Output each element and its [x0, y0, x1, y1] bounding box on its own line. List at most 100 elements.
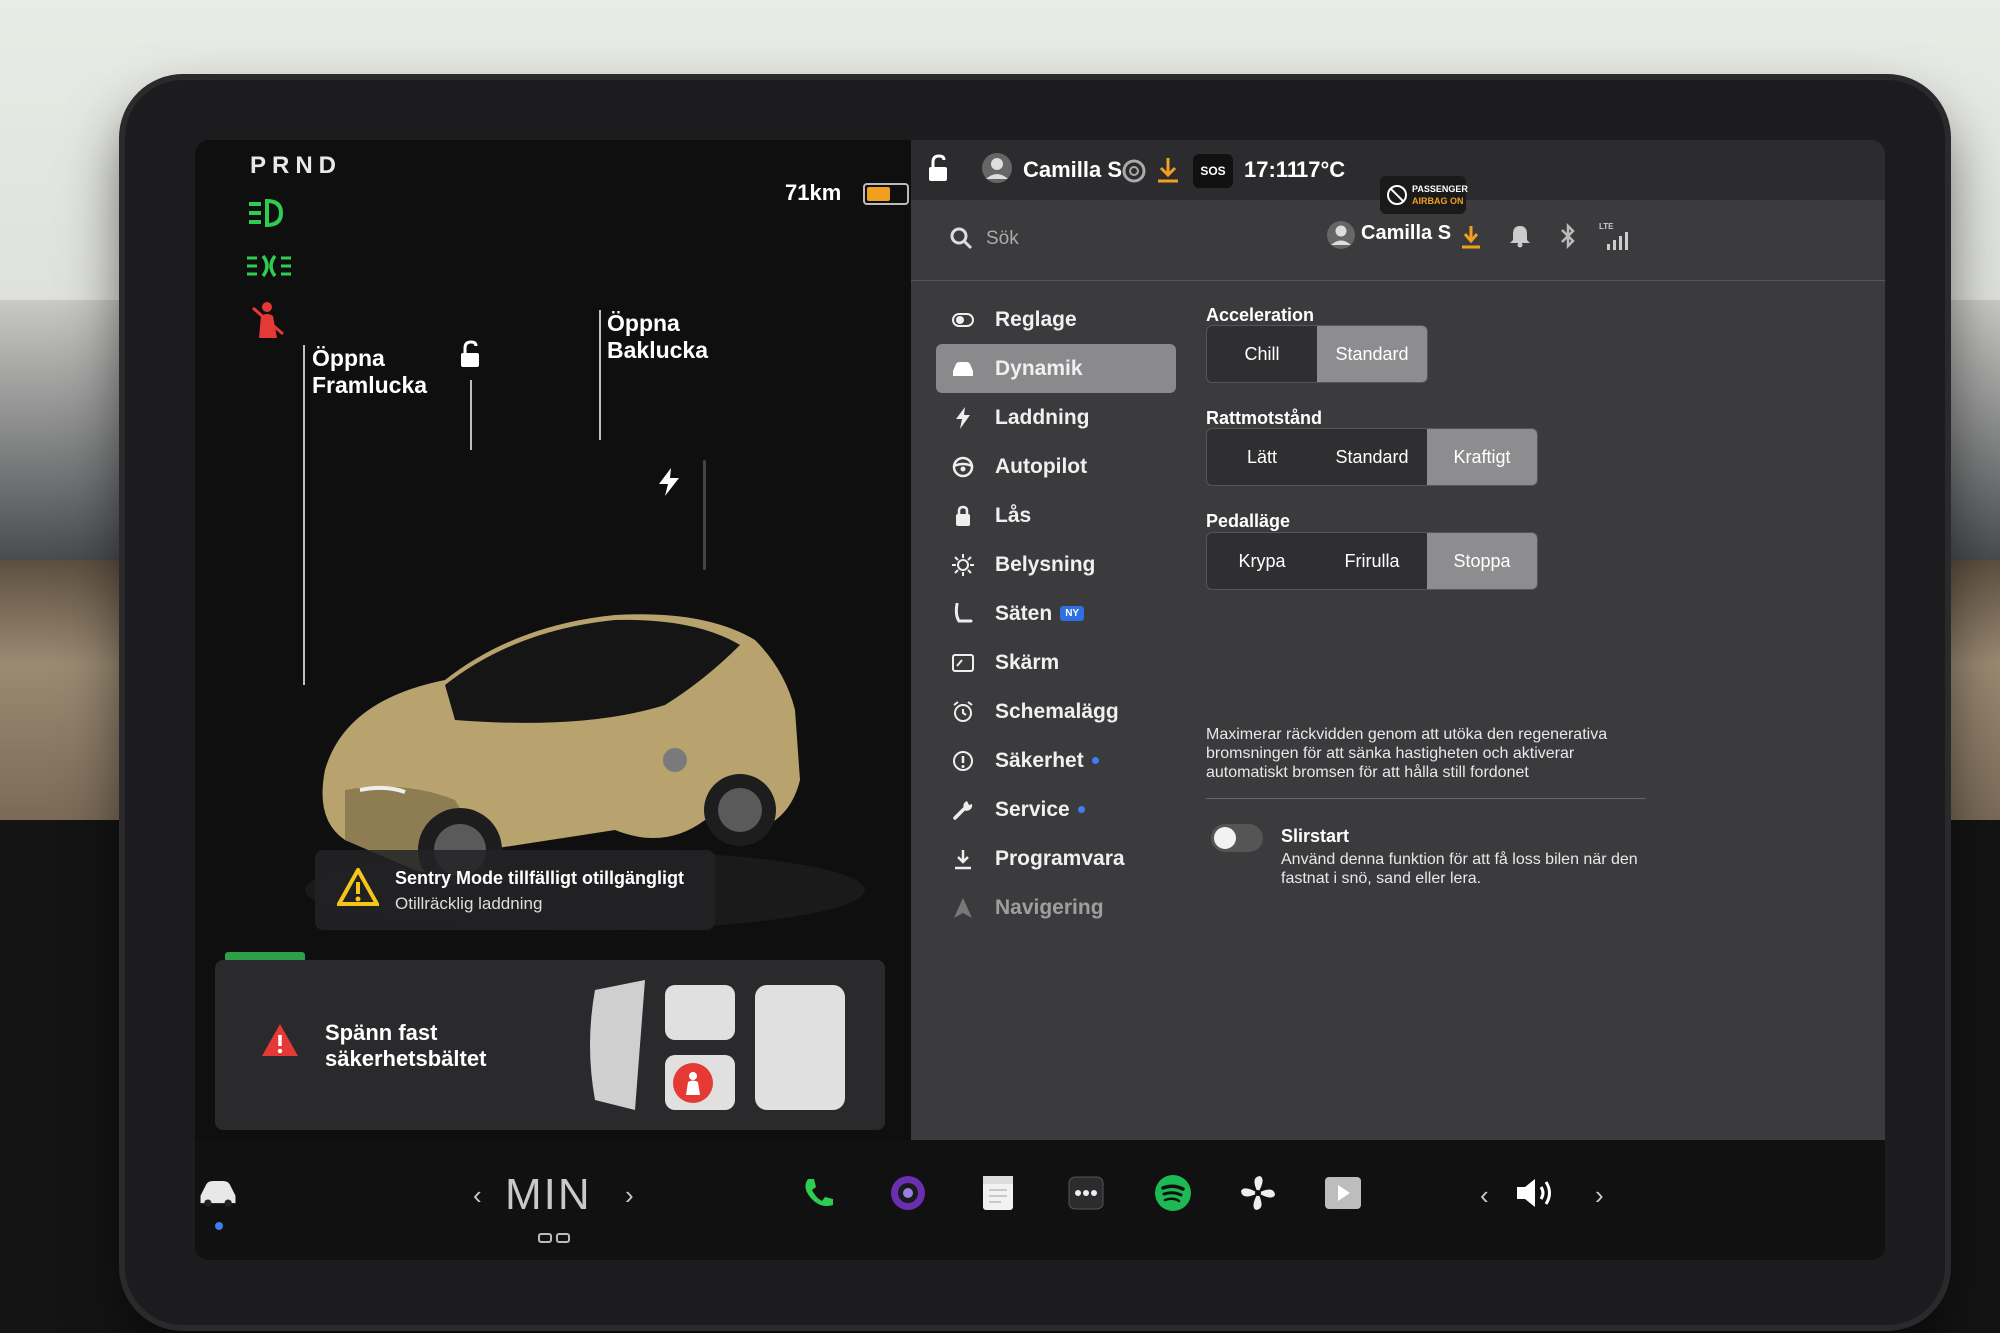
pedal-option-frirulla[interactable]: Frirulla	[1317, 533, 1427, 589]
menu-item-programvara[interactable]: Programvara	[936, 834, 1176, 883]
parking-light-icon	[245, 248, 293, 284]
open-trunk-button[interactable]: Öppna Baklucka	[607, 310, 717, 364]
volume-icon[interactable]	[1513, 1170, 1559, 1216]
pedal-mode-selector: Krypa Frirulla Stoppa	[1206, 532, 1538, 590]
menu-item-säkerhet[interactable]: Säkerhet	[936, 736, 1176, 785]
menu-item-label: Reglage	[995, 307, 1077, 331]
pedal-mode-description: Maximerar räckvidden genom att utöka den…	[1206, 726, 1608, 781]
fan-icon[interactable]	[1235, 1170, 1281, 1216]
more-apps-icon[interactable]	[1063, 1170, 1109, 1216]
airbag-line2: AIRBAG ON	[1412, 196, 1464, 206]
pedal-option-stoppa[interactable]: Stoppa	[1427, 533, 1537, 589]
menu-item-label: Service	[995, 797, 1070, 821]
steering-label: Rattmotstånd	[1206, 408, 1322, 428]
menu-item-säten[interactable]: Säten NY	[936, 589, 1176, 638]
unlock-icon[interactable]	[455, 340, 485, 370]
temp-up-arrow[interactable]: ›	[625, 1180, 634, 1211]
menu-item-reglage[interactable]: Reglage	[936, 295, 1176, 344]
seat-heater-icon[interactable]	[537, 1232, 571, 1251]
menu-item-label: Säten	[995, 601, 1053, 625]
menu-item-label: Navigering	[995, 895, 1104, 919]
profile-name[interactable]: Camilla S	[1361, 222, 1451, 245]
airbag-line1: PASSENGER	[1412, 184, 1468, 194]
bolt-icon	[951, 406, 975, 430]
alarm-clock-icon	[951, 700, 975, 724]
menu-item-label: Schemalägg	[995, 699, 1119, 723]
temp-down-arrow[interactable]: ‹	[473, 1180, 482, 1211]
steering-selector: Lätt Standard Kraftigt	[1206, 428, 1538, 486]
slip-start-toggle[interactable]	[1211, 824, 1263, 852]
seat-icon	[951, 602, 975, 626]
menu-item-navigering[interactable]: Navigering	[936, 883, 1176, 932]
bluetooth-icon[interactable]	[1559, 222, 1577, 255]
unlocked-status-icon[interactable]	[925, 154, 951, 189]
menu-item-autopilot[interactable]: Autopilot	[936, 442, 1176, 491]
sentry-warning: Sentry Mode tillfälligt otillgängligt Ot…	[315, 850, 715, 930]
seatbelt-alert-line1: Spänn fast	[325, 1020, 438, 1045]
acceleration-option-standard[interactable]: Standard	[1317, 326, 1427, 382]
sentry-title: Sentry Mode tillfälligt otillgängligt	[395, 868, 684, 888]
user-avatar-icon[interactable]	[981, 152, 1013, 189]
lock-callout-line	[470, 380, 472, 450]
spotify-icon[interactable]	[1150, 1170, 1196, 1216]
acceleration-option-chill[interactable]: Chill	[1207, 326, 1317, 382]
search-icon[interactable]	[949, 226, 973, 255]
bell-icon[interactable]	[1509, 224, 1531, 253]
acceleration-selector: Chill Standard	[1206, 325, 1428, 383]
menu-item-label: Programvara	[995, 846, 1125, 870]
info-icon	[951, 749, 975, 773]
pedal-option-krypa[interactable]: Krypa	[1207, 533, 1317, 589]
steering-option-lätt[interactable]: Lätt	[1207, 429, 1317, 485]
menu-item-service[interactable]: Service	[936, 785, 1176, 834]
slip-start-title: Slirstart	[1281, 826, 1350, 846]
open-frunk-label: Öppna Framlucka	[312, 345, 428, 398]
lte-signal-icon: LTE	[1599, 222, 1633, 250]
seatbelt-warning-icon	[245, 300, 293, 338]
status-user-name[interactable]: Camilla S	[1023, 157, 1122, 183]
phone-icon[interactable]	[795, 1170, 841, 1216]
climate-temperature[interactable]: MIN	[505, 1170, 592, 1220]
media-player-icon[interactable]	[1320, 1170, 1366, 1216]
alert-triangle-icon	[262, 1024, 298, 1056]
menu-item-lås[interactable]: Lås	[936, 491, 1176, 540]
notification-dot	[1077, 806, 1085, 813]
volume-up-arrow[interactable]: ›	[1595, 1180, 1604, 1211]
profile-avatar-icon[interactable]	[1326, 220, 1356, 255]
settings-panel: Camilla S SOS 17:11 17°C Sök Camilla S L…	[911, 140, 1885, 1140]
pedal-mode-label: Pedalläge	[1206, 511, 1291, 531]
car-controls-icon[interactable]	[195, 1170, 241, 1216]
menu-item-label: Lås	[995, 503, 1032, 527]
privacy-ring-icon[interactable]	[1121, 158, 1147, 189]
settings-menu: Reglage Dynamik Laddning Autopilot Lås Belysn…	[936, 295, 1176, 932]
navigation-icon	[951, 896, 975, 920]
calendar-icon[interactable]	[975, 1170, 1021, 1216]
seat-diagram	[590, 980, 845, 1110]
download-icon[interactable]	[1459, 224, 1483, 255]
download-icon	[951, 847, 975, 871]
car-icon	[951, 357, 975, 381]
steering-option-kraftigt[interactable]: Kraftigt	[1427, 429, 1537, 485]
volume-down-arrow[interactable]: ‹	[1480, 1180, 1489, 1211]
steering-option-standard[interactable]: Standard	[1317, 429, 1427, 485]
headlight-icon	[245, 195, 293, 231]
menu-item-belysning[interactable]: Belysning	[936, 540, 1176, 589]
camera-icon[interactable]	[885, 1170, 931, 1216]
menu-item-dynamik[interactable]: Dynamik	[936, 344, 1176, 393]
search-input[interactable]: Sök	[986, 228, 1019, 250]
airbag-off-icon	[1387, 185, 1407, 205]
menu-item-laddning[interactable]: Laddning	[936, 393, 1176, 442]
lock-icon	[951, 504, 975, 528]
car-panel: PRND 71km Öppna Framlucka Öppna Baklucka	[195, 140, 911, 1140]
sos-button[interactable]: SOS	[1193, 154, 1233, 188]
menu-item-schemalägg[interactable]: Schemalägg	[936, 687, 1176, 736]
toggle-icon	[951, 308, 975, 332]
open-frunk-button[interactable]: Öppna Framlucka	[312, 345, 432, 399]
menu-item-label: Skärm	[995, 650, 1060, 674]
charge-port-bolt-icon[interactable]	[657, 468, 681, 496]
passenger-airbag-indicator: PASSENGER AIRBAG ON	[1380, 176, 1468, 214]
seatbelt-alert-card: Spänn fast säkerhetsbältet	[215, 960, 885, 1130]
bottom-bar: ‹ MIN › ‹ ›	[195, 1140, 1885, 1260]
download-update-icon[interactable]	[1155, 156, 1181, 189]
menu-item-skärm[interactable]: Skärm	[936, 638, 1176, 687]
menu-item-label: Laddning	[995, 405, 1090, 429]
